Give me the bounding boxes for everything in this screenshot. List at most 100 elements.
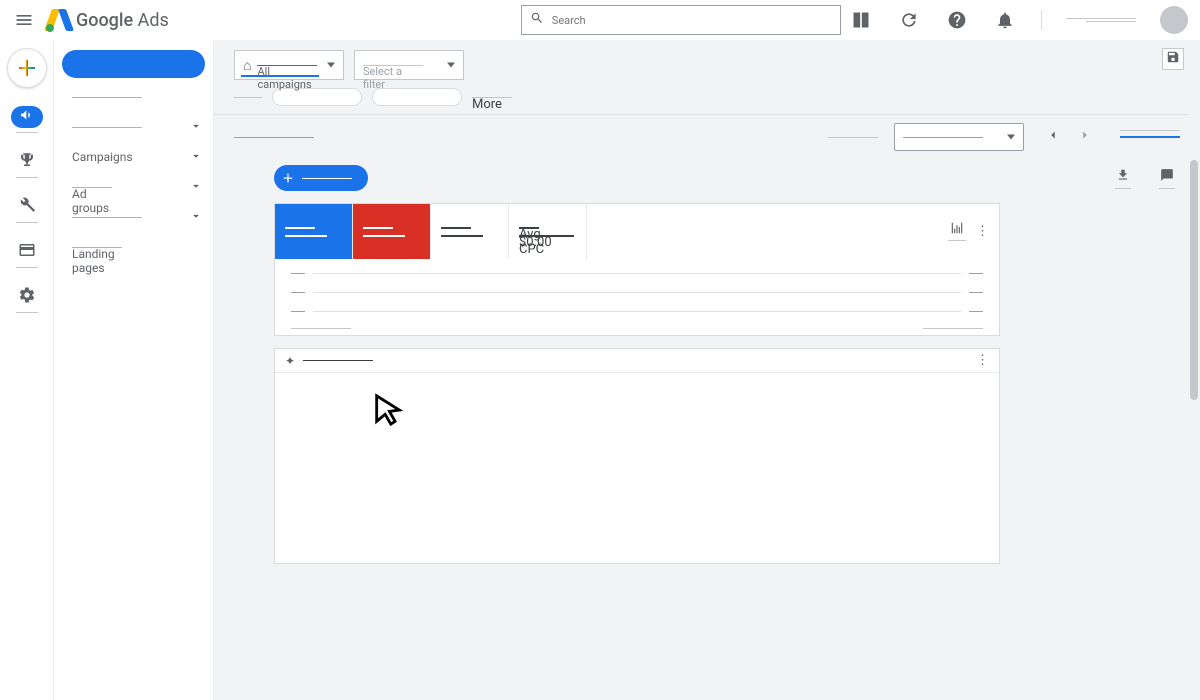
metric-tab-impr-label: Impr. [363,227,393,229]
rail-goals[interactable]: Goals [7,151,47,178]
help-icon[interactable] [945,8,969,32]
account-selector[interactable]: All campaigns [234,50,344,80]
trophy-icon [18,151,36,173]
rail-tools[interactable]: Tools [7,196,47,223]
recommendations-panel: ✦ Recommendations ⋮ [274,348,1000,564]
metric-tab-clicks[interactable]: Clicks 0 [275,204,353,259]
create-button[interactable] [7,48,47,88]
chevron-left-icon [1046,128,1060,146]
rail-goals-label: Goals [16,177,38,178]
summary-card: Clicks 0 Impr. 0 CTR 0% Avg. CPC $0.00 ⋮ [274,203,1000,336]
metric-tabs: Clicks 0 Impr. 0 CTR 0% Avg. CPC $0.00 ⋮ [275,204,999,259]
date-range-selector[interactable]: Last 30 days [894,123,1024,151]
notifications-icon[interactable] [993,8,1017,32]
metric-tab-ctr[interactable]: CTR 0% [431,204,509,259]
sidenav-insights-label: Insights [72,127,142,128]
panel-more-button[interactable]: ⋮ [976,353,989,368]
search-input[interactable] [552,14,832,27]
feedback-label: Feedback [1159,188,1175,189]
card-icon [18,241,36,263]
chart-footer: Start Today [275,328,999,335]
download-icon [1116,168,1130,186]
sidenav-ads-assets[interactable]: Ads & assets [54,202,213,232]
sidenav-landing-pages-label: Landing pages [72,247,122,248]
user-avatar[interactable] [1160,6,1188,34]
product-logo[interactable]: Google Ads [48,9,169,31]
tools-icon [18,196,36,218]
card-tools: ⋮ [938,204,999,259]
icon-rail: Campaigns Goals Tools Billing Admin [0,40,54,700]
panel-title: Recommendations [303,360,373,361]
main-area: All campaigns Select a filter All Enable… [214,40,1200,700]
panel-header: ✦ Recommendations ⋮ [275,349,999,373]
feedback-icon [1160,168,1174,186]
ads-logo-icon [48,9,70,31]
breadcrumb-chip-2[interactable]: Search [372,88,462,106]
scrollbar-thumb[interactable] [1190,160,1198,400]
sidenav-recommendations[interactable]: Recommendations [54,82,213,112]
divider [214,114,1200,115]
action-row: ＋ New campaign Download Feedback [214,151,1200,199]
card-more-button[interactable]: ⋮ [976,224,989,239]
sparkle-icon: ✦ [285,354,295,368]
date-next-button[interactable] [1072,124,1098,150]
sidenav-landing-pages[interactable]: Landing pages [54,232,213,262]
chevron-down-icon [189,209,203,226]
search-icon [530,11,544,29]
rail-campaigns[interactable]: Campaigns [7,106,47,133]
y-tick: 0 [291,273,305,274]
breadcrumb: All Enabled Search More [214,84,1200,114]
sidenav-overview[interactable]: Overview [62,50,205,78]
rail-tools-label: Tools [16,222,38,223]
header-tools: Account 123-456-7890 [849,6,1188,34]
panel-body [275,373,999,563]
search-box[interactable] [521,5,841,35]
sidenav-campaigns-label: Campaigns [72,150,133,164]
breadcrumb-root[interactable]: All [234,97,262,98]
account-name: Account [1066,18,1136,19]
sidenav-ad-groups-label: Ad groups [72,187,112,188]
date-prev-button[interactable] [1040,124,1066,150]
sidenav-ads-assets-label: Ads & assets [72,217,142,218]
header-separator [1041,10,1042,30]
new-campaign-button[interactable]: ＋ New campaign [274,165,368,191]
sidenav-insights[interactable]: Insights [54,112,213,142]
breadcrumb-chip-1[interactable]: Enabled [272,88,362,106]
cursor-icon [371,393,405,427]
metric-tab-impr[interactable]: Impr. 0 [353,204,431,259]
appearance-icon[interactable] [849,8,873,32]
breadcrumb-tail[interactable]: More [472,97,512,98]
metric-tab-cpc-label: Avg. CPC [519,227,539,229]
download-button[interactable]: Download [1110,168,1136,189]
expand-chart-button[interactable] [948,223,966,241]
app-header: Google Ads Account 123-456-7890 [0,0,1200,40]
more-vert-icon: ⋮ [976,224,989,239]
scope-selectors: All campaigns Select a filter [214,40,1200,84]
save-report-button[interactable] [1162,48,1184,70]
account-selector-label: All campaigns [257,65,317,66]
account-switcher[interactable]: Account 123-456-7890 [1066,18,1136,22]
rail-campaigns-label: Campaigns [16,132,38,133]
sidenav-recommendations-label: Recommendations [72,97,142,98]
feedback-button[interactable]: Feedback [1154,168,1180,189]
filter-selector[interactable]: Select a filter [354,50,464,80]
sidenav-campaigns[interactable]: Campaigns [54,142,213,172]
vertical-scrollbar[interactable] [1188,40,1200,700]
rail-admin[interactable]: Admin [7,286,47,313]
rail-billing[interactable]: Billing [7,241,47,268]
new-campaign-label: New campaign [302,178,352,179]
rail-billing-label: Billing [16,267,38,268]
metric-tab-cpc[interactable]: Avg. CPC $0.00 [509,204,587,259]
date-pager [1040,124,1098,150]
sidenav-overview-label: Overview [76,64,191,65]
menu-icon[interactable] [12,8,36,32]
chevron-down-icon [189,179,203,196]
refresh-icon[interactable] [897,8,921,32]
more-vert-icon: ⋮ [976,353,989,368]
section-header: Campaigns Filter Last 30 days Compare [214,123,1200,151]
compare-toggle[interactable]: Compare [1120,136,1180,138]
rail-admin-label: Admin [16,312,38,313]
sidenav-ad-groups[interactable]: Ad groups [54,172,213,202]
gear-icon [18,286,36,308]
date-range-label: Last 30 days [903,137,983,138]
